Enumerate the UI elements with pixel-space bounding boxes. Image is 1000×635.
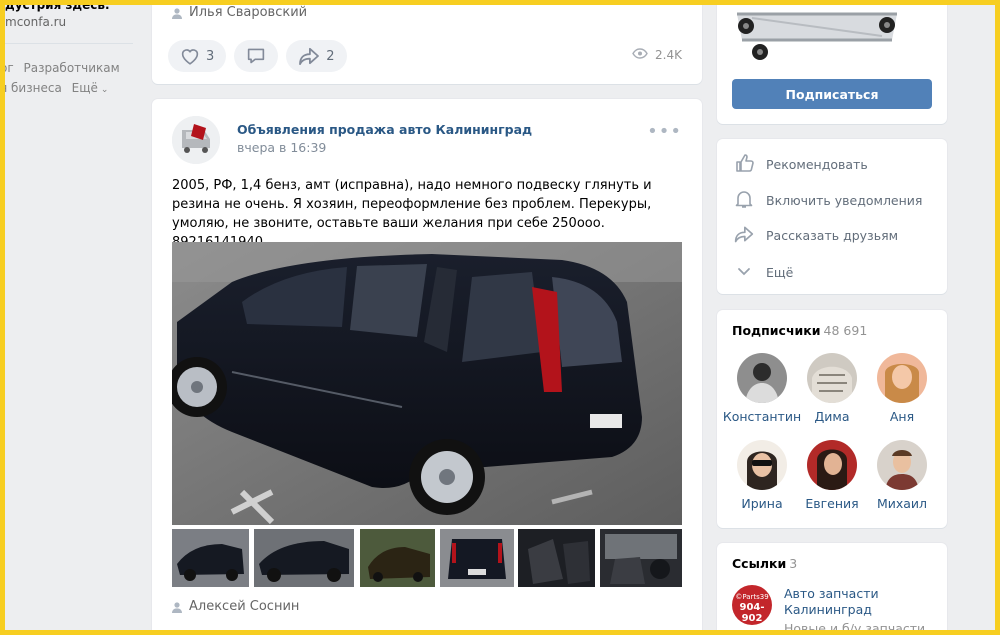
like-button[interactable]: 3 xyxy=(168,40,227,72)
link-avatar-phone: 904-902 xyxy=(739,602,765,624)
avatar xyxy=(807,353,857,403)
comment-icon xyxy=(246,47,266,65)
avatar xyxy=(737,440,787,490)
photo-thumbnail[interactable] xyxy=(600,529,682,587)
post-author[interactable]: Илья Сваровский xyxy=(172,5,307,20)
subscriber-item[interactable]: Дима xyxy=(792,353,872,424)
share-count: 2 xyxy=(326,48,335,64)
group-name[interactable]: Объявления продажа авто Калининград xyxy=(237,122,532,137)
footer-link-business[interactable]: я бизнеса xyxy=(0,78,62,98)
footer-link-more[interactable]: Ещё ⌄ xyxy=(72,78,115,100)
subscribers-block: Подписчики 48 691 Константин Дима Аня Ири… xyxy=(717,310,947,528)
links-count: 3 xyxy=(789,556,798,571)
subscribers-header[interactable]: Подписчики 48 691 xyxy=(732,323,867,338)
views-count: 2.4K xyxy=(655,48,682,62)
footer-link-developers[interactable]: Разработчикам xyxy=(23,58,119,78)
photo-thumbnail[interactable] xyxy=(440,529,514,587)
comment-button[interactable] xyxy=(234,40,279,72)
more-options-icon[interactable]: ••• xyxy=(647,121,682,142)
divider xyxy=(5,43,133,44)
photo-thumbnail[interactable] xyxy=(254,529,354,587)
subscriber-item[interactable]: Михаил xyxy=(862,440,942,511)
person-icon xyxy=(172,7,182,19)
avatar xyxy=(877,353,927,403)
share-arrow-icon xyxy=(298,47,320,65)
wall-post: Объявления продажа авто Калининград вчер… xyxy=(152,99,702,635)
links-header[interactable]: Ссылки 3 xyxy=(732,556,797,571)
more-menu-button[interactable]: Ещё xyxy=(734,261,793,284)
group-avatar[interactable] xyxy=(172,116,220,164)
subscribers-count: 48 691 xyxy=(823,323,868,338)
avatar xyxy=(737,353,787,403)
photo-thumbnails xyxy=(172,529,682,587)
share-button[interactable]: 2 xyxy=(286,40,347,72)
tell-friends-label: Рассказать друзьям xyxy=(766,228,899,243)
subscriber-item[interactable]: Константин xyxy=(722,353,802,424)
ad-site[interactable]: mconfa.ru xyxy=(5,15,66,29)
subscriber-name: Константин xyxy=(722,409,802,424)
tell-friends-button[interactable]: Рассказать друзьям xyxy=(734,225,898,246)
group-cover-card: Подписаться xyxy=(717,0,947,124)
group-actions-menu: Рекомендовать Включить уведомления Расск… xyxy=(717,139,947,294)
photo-thumbnail[interactable] xyxy=(518,529,595,587)
footer-link-more-label: Ещё xyxy=(71,81,98,95)
avatar xyxy=(807,440,857,490)
post-actions: 3 2 xyxy=(168,40,355,72)
subscriber-item[interactable]: Ирина xyxy=(722,440,802,511)
photo-thumbnail[interactable] xyxy=(360,529,435,587)
subscriber-name: Дима xyxy=(814,409,850,424)
recommend-button[interactable]: Рекомендовать xyxy=(734,153,868,176)
views-counter: 2.4K xyxy=(632,48,682,62)
previous-post: Илья Сваровский 3 2 2.4K xyxy=(152,0,702,84)
person-icon xyxy=(172,601,182,613)
post-author[interactable]: Алексей Соснин xyxy=(172,599,299,614)
heart-icon xyxy=(180,47,200,65)
post-text: 2005, РФ, 1,4 бенз, амт (исправна), надо… xyxy=(172,178,652,250)
subscribe-button[interactable]: Подписаться xyxy=(732,79,932,109)
subscriber-name: Аня xyxy=(889,409,915,424)
link-title[interactable]: Авто запчасти Калининград xyxy=(784,586,934,618)
notifications-button[interactable]: Включить уведомления xyxy=(734,189,922,212)
author-name: Алексей Соснин xyxy=(189,599,300,614)
subscriber-name: Ирина xyxy=(741,496,783,511)
subscribers-title: Подписчики xyxy=(732,323,821,338)
subscriber-item[interactable]: Аня xyxy=(862,353,942,424)
like-count: 3 xyxy=(206,48,215,64)
left-sidebar: дустрия здесь. mconfa.ru ог Разработчика… xyxy=(0,0,140,635)
links-block: Ссылки 3 ©Parts39 904-902 Авто запчасти К… xyxy=(717,543,947,635)
thumbs-up-icon xyxy=(734,153,766,176)
bell-icon xyxy=(734,189,766,212)
photo-thumbnail[interactable] xyxy=(172,529,249,587)
ad-title[interactable]: дустрия здесь. xyxy=(5,0,110,12)
chevron-down-icon xyxy=(734,261,766,284)
link-description: Новые и б/у запчасти xyxy=(784,621,926,635)
more-menu-label: Ещё xyxy=(766,265,794,280)
eye-icon xyxy=(632,48,655,62)
subscriber-name: Евгения xyxy=(805,496,859,511)
post-time[interactable]: вчера в 16:39 xyxy=(237,140,326,155)
main-photo[interactable] xyxy=(172,242,682,525)
subscriber-item[interactable]: Евгения xyxy=(792,440,872,511)
author-name: Илья Сваровский xyxy=(189,5,308,20)
link-avatar[interactable]: ©Parts39 904-902 xyxy=(732,585,772,625)
group-cover-image[interactable] xyxy=(732,0,902,64)
subscriber-name: Михаил xyxy=(876,496,928,511)
links-title: Ссылки xyxy=(732,556,787,571)
notifications-label: Включить уведомления xyxy=(766,193,923,208)
link-avatar-brand: ©Parts39 xyxy=(735,593,769,601)
share-arrow-icon xyxy=(734,225,766,246)
recommend-label: Рекомендовать xyxy=(766,157,868,172)
avatar xyxy=(877,440,927,490)
chevron-down-icon: ⌄ xyxy=(100,85,109,95)
footer-links: ог Разработчикам я бизнеса Ещё ⌄ xyxy=(0,58,140,100)
footer-link-blog[interactable]: ог xyxy=(0,58,14,78)
